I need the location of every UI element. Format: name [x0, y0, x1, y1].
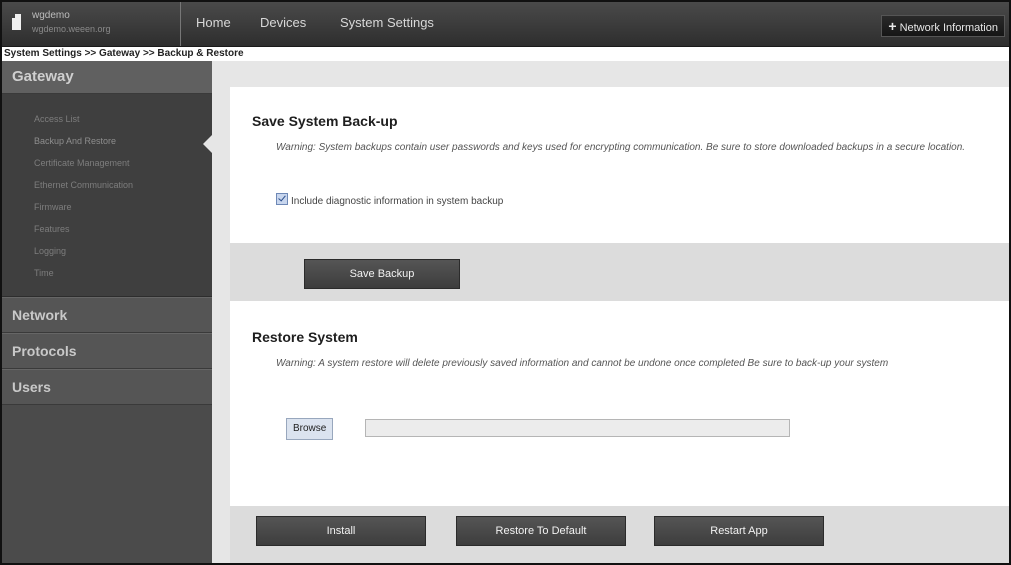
- backup-warning: Warning: System backups contain user pas…: [276, 142, 966, 153]
- restore-title: Restore System: [252, 329, 358, 345]
- restart-app-button[interactable]: Restart App: [654, 516, 824, 546]
- sidebar-item-features[interactable]: Features: [2, 218, 212, 240]
- breadcrumb: System Settings >> Gateway >> Backup & R…: [2, 47, 1009, 61]
- browse-button[interactable]: Browse: [286, 418, 334, 440]
- sidebar-item-ethernet-communication[interactable]: Ethernet Communication: [2, 174, 212, 196]
- diagnostic-checkbox[interactable]: [276, 193, 288, 205]
- active-indicator-arrow-icon: [203, 134, 213, 154]
- sidebar-item-time[interactable]: Time: [2, 262, 212, 284]
- sidebar-section-protocols[interactable]: Protocols: [2, 333, 212, 369]
- restore-file-input[interactable]: [365, 419, 790, 437]
- diagnostic-checkbox-label: Include diagnostic information in system…: [291, 196, 504, 207]
- app-frame: wgdemo wgdemo.weeen.org Home Devices Sys…: [0, 0, 1011, 565]
- sidebar-gateway-items: Access List Backup And Restore Certifica…: [2, 94, 213, 297]
- plus-icon: +: [888, 18, 897, 34]
- nav-system-settings[interactable]: System Settings: [340, 15, 434, 30]
- sidebar-item-label: Backup And Restore: [34, 136, 117, 146]
- sidebar-item-backup-and-restore[interactable]: Backup And Restore: [2, 130, 213, 154]
- sidebar-item-firmware[interactable]: Firmware: [2, 196, 212, 218]
- diagnostic-checkbox-row[interactable]: Include diagnostic information in system…: [276, 193, 503, 207]
- restore-panel: Restore System Warning: A system restore…: [230, 301, 1009, 506]
- nav-devices[interactable]: Devices: [260, 15, 306, 30]
- backup-action-strip: Save Backup: [230, 243, 1009, 301]
- backup-title: Save System Back-up: [252, 113, 398, 129]
- restore-action-strip: Install Restore To Default Restart App: [230, 506, 1009, 563]
- sidebar-section-users[interactable]: Users: [2, 369, 212, 405]
- sidebar: Gateway Access List Backup And Restore C…: [2, 61, 213, 563]
- top-bar: wgdemo wgdemo.weeen.org Home Devices Sys…: [2, 2, 1009, 47]
- divider: [180, 2, 181, 46]
- restore-warning: Warning: A system restore will delete pr…: [276, 358, 889, 369]
- sidebar-header-gateway[interactable]: Gateway: [2, 61, 212, 94]
- nav-home[interactable]: Home: [196, 15, 231, 30]
- network-information-label: Network Information: [899, 22, 998, 34]
- sidebar-section-network[interactable]: Network: [2, 297, 212, 333]
- brand-name: wgdemo: [32, 10, 70, 21]
- restore-to-default-button[interactable]: Restore To Default: [456, 516, 626, 546]
- device-logo-icon: [12, 14, 21, 30]
- brand-subtitle: wgdemo.weeen.org: [32, 24, 111, 34]
- backup-panel: Save System Back-up Warning: System back…: [230, 87, 1009, 243]
- sidebar-item-certificate-management[interactable]: Certificate Management: [2, 152, 212, 174]
- sidebar-item-access-list[interactable]: Access List: [2, 108, 212, 130]
- install-button[interactable]: Install: [256, 516, 426, 546]
- network-information-button[interactable]: + Network Information: [881, 15, 1005, 37]
- sidebar-item-logging[interactable]: Logging: [2, 240, 212, 262]
- save-backup-button[interactable]: Save Backup: [304, 259, 460, 289]
